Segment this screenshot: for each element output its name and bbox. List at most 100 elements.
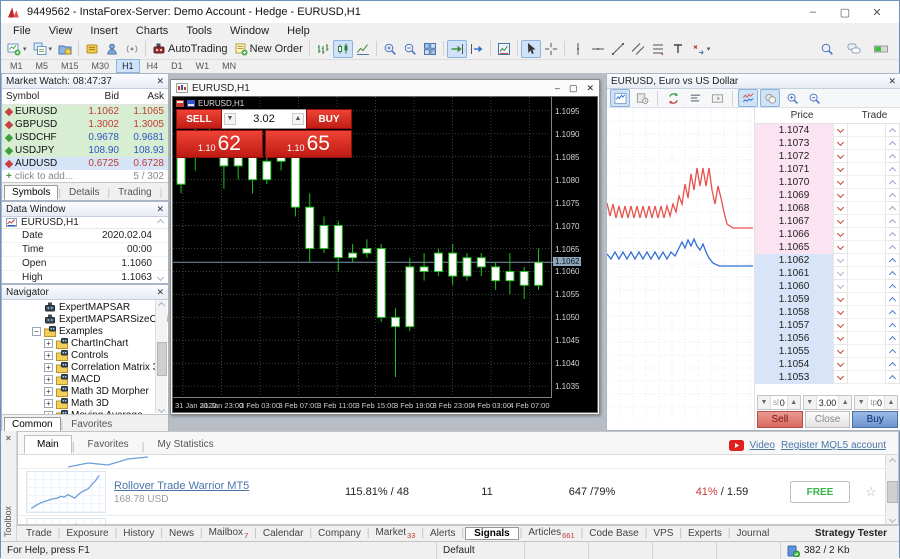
scrollbar-thumb[interactable] xyxy=(887,481,898,503)
buy-at-price-button[interactable] xyxy=(885,371,900,384)
refresh-button[interactable] xyxy=(663,89,683,107)
bottom-tab-exposure[interactable]: Exposure xyxy=(61,528,113,539)
chart-area[interactable]: 1.10951.10901.10851.10801.10751.10701.10… xyxy=(172,96,598,413)
bottom-tab-signals[interactable]: Signals xyxy=(465,527,519,540)
time-axis[interactable]: 31 Jan 202031 Jan 23:003 Feb 03:003 Feb … xyxy=(173,397,551,412)
tab-symbols[interactable]: Symbols xyxy=(4,185,58,200)
tree-item[interactable]: +Controls xyxy=(2,349,168,361)
take-profit-spinner[interactable]: ▼ tp0 ▲ xyxy=(854,395,898,410)
buy-at-price-button[interactable] xyxy=(885,306,900,319)
tree-item[interactable]: +Correlation Matrix 3D xyxy=(2,361,168,373)
register-mql5-link[interactable]: Register MQL5 account xyxy=(781,440,886,451)
buy-at-price-button[interactable] xyxy=(885,176,900,189)
bottom-tab-history[interactable]: History xyxy=(118,528,159,539)
bottom-tab-code-base[interactable]: Code Base xyxy=(584,528,643,539)
sl-down-icon[interactable]: ▼ xyxy=(758,396,771,409)
menu-window[interactable]: Window xyxy=(221,25,278,37)
close-icon[interactable]: ✕ xyxy=(888,76,896,87)
tree-item[interactable]: ExpertMAPSAR xyxy=(2,301,168,313)
crosshair-button[interactable] xyxy=(541,40,561,58)
bottom-tab-vps[interactable]: VPS xyxy=(648,528,678,539)
cursor-button[interactable] xyxy=(521,40,541,58)
community-button[interactable] xyxy=(102,40,122,58)
chart-candles-button[interactable] xyxy=(333,40,353,58)
sell-at-price-button[interactable] xyxy=(833,358,848,371)
sl-up-icon[interactable]: ▲ xyxy=(787,396,800,409)
zoom-out-button[interactable] xyxy=(400,40,420,58)
sell-at-price-button[interactable] xyxy=(833,228,848,241)
ticks-button[interactable] xyxy=(738,89,758,107)
connection-meter-button[interactable] xyxy=(871,40,891,58)
buy-at-price-button[interactable] xyxy=(885,254,900,267)
tab-favorites[interactable]: Favorites xyxy=(63,417,120,432)
scroll-up-icon[interactable] xyxy=(158,302,165,309)
timeframe-d1[interactable]: D1 xyxy=(165,59,189,73)
sell-at-price-button[interactable] xyxy=(833,124,848,137)
data-folder-button[interactable] xyxy=(55,40,75,58)
stop-loss-spinner[interactable]: ▼ sl0 ▲ xyxy=(757,395,801,410)
buy-at-price-button[interactable] xyxy=(885,189,900,202)
new-order-button[interactable]: New Order xyxy=(231,40,306,58)
bottom-tab-alerts[interactable]: Alerts xyxy=(425,528,461,539)
dom-close-button[interactable]: Close xyxy=(805,411,851,428)
sell-at-price-button[interactable] xyxy=(833,332,848,345)
tp-down-icon[interactable]: ▼ xyxy=(855,396,868,409)
buy-button[interactable]: BUY xyxy=(306,109,352,129)
timeframe-h1[interactable]: H1 xyxy=(116,59,140,73)
sell-at-price-button[interactable] xyxy=(833,371,848,384)
buy-at-price-button[interactable] xyxy=(885,293,900,306)
tab-trading[interactable]: Trading xyxy=(110,185,160,200)
buy-at-price-button[interactable] xyxy=(885,215,900,228)
menu-charts[interactable]: Charts xyxy=(127,25,177,37)
bottom-tab-articles[interactable]: Articles661 xyxy=(523,527,579,540)
expand-icon[interactable]: + xyxy=(44,363,53,372)
child-maximize-button[interactable]: ▢ xyxy=(569,83,578,94)
tree-item[interactable]: ExpertMAPSARSizeOptim xyxy=(2,313,168,325)
expand-icon[interactable]: + xyxy=(44,375,53,384)
buy-at-price-button[interactable] xyxy=(885,241,900,254)
scroll-up-icon[interactable] xyxy=(888,458,895,465)
expand-icon[interactable]: + xyxy=(44,387,53,396)
buy-at-price-button[interactable] xyxy=(885,267,900,280)
broadcast-button[interactable] xyxy=(122,40,142,58)
sell-at-price-button[interactable] xyxy=(833,254,848,267)
vol-down-icon[interactable]: ▼ xyxy=(804,396,817,409)
buy-at-price-button[interactable] xyxy=(885,319,900,332)
bottom-tab-company[interactable]: Company xyxy=(313,528,366,539)
bottom-tab-calendar[interactable]: Calendar xyxy=(258,528,309,539)
horizontal-line-button[interactable] xyxy=(588,40,608,58)
timeframe-m15[interactable]: M15 xyxy=(55,59,85,73)
buy-at-price-button[interactable] xyxy=(885,137,900,150)
zoom-in-button[interactable] xyxy=(380,40,400,58)
market-watch-row[interactable]: EURUSD1.10621.1065 xyxy=(2,105,168,118)
bottom-tab-mailbox[interactable]: Mailbox7 xyxy=(204,527,254,540)
text-label-button[interactable] xyxy=(668,40,688,58)
expand-icon[interactable]: + xyxy=(44,411,53,415)
child-close-button[interactable]: ✕ xyxy=(586,83,594,94)
tile-windows-button[interactable] xyxy=(420,40,440,58)
sell-at-price-button[interactable] xyxy=(833,267,848,280)
buy-at-price-button[interactable] xyxy=(885,358,900,371)
timeframe-m30[interactable]: M30 xyxy=(86,59,116,73)
maximize-button[interactable]: ▢ xyxy=(829,2,861,22)
sell-at-price-button[interactable] xyxy=(833,189,848,202)
sell-at-price-button[interactable] xyxy=(833,241,848,254)
menu-view[interactable]: View xyxy=(40,25,82,37)
favorites-button[interactable] xyxy=(82,40,102,58)
book-clock-button[interactable] xyxy=(632,89,652,107)
navigator-scrollbar[interactable] xyxy=(155,300,167,413)
chat-button[interactable] xyxy=(844,40,864,58)
profiles-button[interactable]: ▾ xyxy=(30,40,56,58)
expand-icon[interactable]: + xyxy=(44,351,53,360)
tick-chart-button[interactable] xyxy=(610,89,630,107)
child-minimize-button[interactable]: – xyxy=(555,83,560,94)
favorite-star-icon[interactable]: ☆ xyxy=(858,484,884,500)
signals-scrollbar[interactable] xyxy=(885,455,898,524)
buy-at-price-button[interactable] xyxy=(885,345,900,358)
bottom-tab-news[interactable]: News xyxy=(164,528,199,539)
tab-common[interactable]: Common xyxy=(4,417,61,432)
sell-button[interactable]: SELL xyxy=(176,109,222,129)
tree-item[interactable]: +Math 3D Morpher xyxy=(2,385,168,397)
tree-item[interactable]: +MACD xyxy=(2,373,168,385)
data-window-scrollbar[interactable] xyxy=(155,218,166,280)
